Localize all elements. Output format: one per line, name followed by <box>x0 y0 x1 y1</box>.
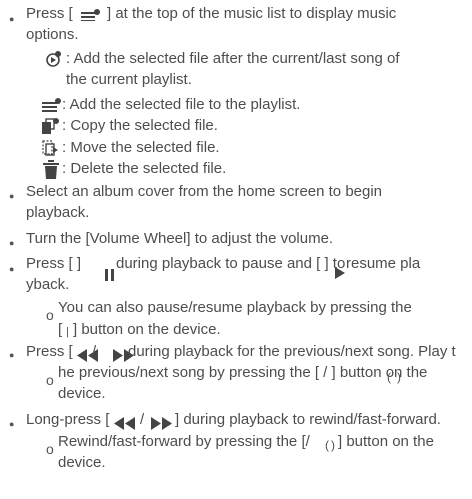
text-line: he previous/next song by pressing the [ … <box>58 364 428 381</box>
paren-right: ) <box>397 370 401 384</box>
text-line: Press [ <box>26 343 73 360</box>
text-line: ] during playback to rewind/fast-forward… <box>175 411 441 428</box>
add-after-icon <box>45 50 63 68</box>
sub-bullet: o <box>46 441 54 457</box>
move-icon <box>42 139 60 157</box>
bullet: ● <box>9 191 15 201</box>
bullet: ● <box>9 238 15 248</box>
text-line: ] button on the device. <box>73 321 221 338</box>
text-line: Press [ ] <box>26 255 82 272</box>
text-line: playback. <box>26 204 90 221</box>
text-line: options. <box>26 26 79 43</box>
text-line: during playback to pause and [ ] to <box>116 255 346 272</box>
text-line: / <box>92 343 97 360</box>
text-line: device. <box>58 385 106 402</box>
paren-left: ( <box>387 370 391 384</box>
delete-icon <box>43 160 59 179</box>
text-line: the current playlist. <box>66 71 192 88</box>
rewind-icon[interactable] <box>114 417 136 430</box>
text-line: device. <box>58 454 106 471</box>
text-line: Press [ <box>26 5 73 22</box>
text-line: resume pla <box>346 255 421 272</box>
text-line: : Move the selected file. <box>62 139 220 156</box>
add-to-playlist-icon <box>42 98 62 112</box>
text-line: You can also pause/resume playback by pr… <box>58 299 412 316</box>
music-list-menu-icon[interactable] <box>81 8 101 21</box>
text-line: Turn the [Volume Wheel] to adjust the vo… <box>26 230 334 247</box>
text-line: ] at the top of the music list to displa… <box>107 5 397 22</box>
device-prev-next-button-glyph: () <box>387 370 401 384</box>
sub-bullet: o <box>46 307 54 323</box>
text-line: during playback for the previous/next so… <box>128 343 456 360</box>
device-play-pause-button-glyph: | <box>66 326 69 338</box>
bullet: ● <box>9 14 15 24</box>
play-icon[interactable] <box>335 266 345 279</box>
bullet: ● <box>9 264 15 274</box>
text-line: ] button on the <box>338 433 434 450</box>
bullet: ● <box>9 350 15 360</box>
text-line: : Delete the selected file. <box>62 160 227 177</box>
text-line: / <box>140 411 145 428</box>
text-line: yback. <box>26 276 70 293</box>
device-rewind-ff-button-glyph: () <box>325 438 335 452</box>
text-line: Select an album cover from the home scre… <box>26 183 383 200</box>
bullet: ● <box>9 419 15 429</box>
sub-bullet: o <box>46 372 54 388</box>
fast-forward-icon[interactable] <box>151 417 173 430</box>
text-line: Rewind/fast-forward by pressing the [/ <box>58 433 310 450</box>
copy-icon <box>42 117 60 135</box>
text-line: [ <box>58 321 63 338</box>
text-line: Long-press [ <box>26 411 110 428</box>
paren-left: ( <box>325 438 329 452</box>
paren-right: ) <box>331 438 335 452</box>
text-line: : Add the selected file after the curren… <box>66 50 400 67</box>
text-line: : Copy the selected file. <box>62 117 218 134</box>
text-line: : Add the selected file to the playlist. <box>62 96 301 113</box>
pause-icon[interactable] <box>105 268 115 281</box>
